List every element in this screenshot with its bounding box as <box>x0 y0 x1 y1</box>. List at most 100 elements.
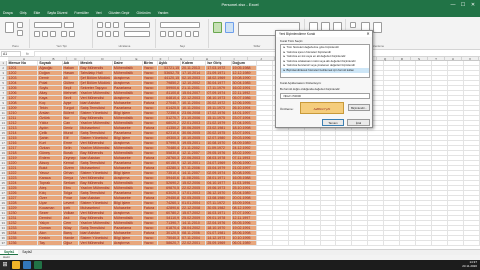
cancel-button[interactable]: İptal <box>347 119 370 126</box>
rule-description-label: Kural Açıklamasını Düzenleyin: <box>280 81 322 85</box>
number-format-select[interactable] <box>160 22 200 28</box>
ribbon-group-label: Hizalama <box>118 44 131 48</box>
minimize-button[interactable]: — <box>448 0 458 10</box>
excel-window: Personel.xlsx - Excel — ☐ ✕ Dosya Giriş … <box>0 0 480 270</box>
comma-icon[interactable] <box>176 31 182 37</box>
conditional-formatting-icon[interactable] <box>213 22 222 33</box>
rule-type-list: ► Tüm hücreleri değerlerine göre biçimle… <box>280 44 370 78</box>
align-top-icon[interactable] <box>97 22 103 28</box>
font-size-select[interactable] <box>64 22 74 28</box>
tab-formulas[interactable]: Formüller <box>74 10 88 17</box>
table-cell[interactable]: 25.09.1969 <box>206 241 232 246</box>
empty-cell[interactable] <box>304 241 321 246</box>
table-cell[interactable]: 06.01.1989 <box>231 241 257 246</box>
increase-decimal-icon[interactable] <box>185 31 191 37</box>
font-name-select[interactable] <box>34 22 62 28</box>
cut-icon[interactable] <box>17 22 23 28</box>
ribbon-group-number: Sayı <box>157 19 209 48</box>
empty-cell[interactable] <box>448 241 465 246</box>
preview-label: Önizleme: <box>280 107 294 111</box>
percent-icon[interactable] <box>168 31 174 37</box>
sheet-rows: 1 Memur No Soyadı Adı Meslek Daire Birim Aylık K… <box>0 61 480 246</box>
row-number[interactable]: 37 <box>0 241 8 246</box>
window-title: Personel.xlsx - Excel <box>221 2 259 7</box>
clock-date: 23.11.2020 <box>462 264 477 268</box>
rule-formula-input[interactable]: =$G2>=50000 <box>280 93 370 99</box>
dialog-close-icon[interactable]: ✕ <box>365 31 371 37</box>
rule-type-label: Kural Türü Seçin: <box>280 39 304 43</box>
table-cell[interactable]: Araştırma <box>112 241 143 246</box>
empty-cell[interactable] <box>272 241 289 246</box>
empty-cell[interactable] <box>336 241 353 246</box>
tab-data[interactable]: Veri <box>96 10 102 17</box>
underline-icon[interactable] <box>50 31 56 37</box>
copy-icon[interactable] <box>17 30 23 36</box>
table-cell[interactable]: Oğuz <box>62 241 80 246</box>
tab-review[interactable]: Gözden Geçir <box>109 10 130 17</box>
align-bottom-icon[interactable] <box>113 22 119 28</box>
find-select-icon[interactable] <box>373 22 382 33</box>
ribbon: Pano Yazı Tipi Hizalama Sayı Stiller Düz… <box>0 17 480 50</box>
title-bar: Personel.xlsx - Excel — ☐ ✕ <box>0 0 480 10</box>
align-left-icon[interactable] <box>97 31 103 37</box>
spreadsheet-grid: ABCDEFGHIJKLMNOPQRSTUVWX 1Memur NoSoyadı… <box>0 57 480 249</box>
ribbon-group-clipboard: Pano <box>2 19 30 48</box>
font-color-icon[interactable] <box>69 31 75 37</box>
table-cell[interactable]: Yazıcı <box>142 241 158 246</box>
tab-view[interactable]: Görünüm <box>136 10 150 17</box>
start-button[interactable]: ⊞ <box>0 260 10 270</box>
ribbon-group-label: Yazı Tipi <box>56 44 67 48</box>
table-cell[interactable]: 1236 <box>7 241 39 246</box>
align-center-icon[interactable] <box>105 31 111 37</box>
empty-cell[interactable] <box>416 241 433 246</box>
tab-page-layout[interactable]: Sayfa Düzeni <box>47 10 67 17</box>
file-explorer-icon[interactable] <box>12 261 20 269</box>
empty-cell[interactable] <box>256 241 273 246</box>
tab-help[interactable]: Yardım <box>158 10 169 17</box>
dialog-title: Yeni Biçimlendirme Kuralı <box>276 31 372 37</box>
merge-center-button[interactable] <box>124 31 150 37</box>
rule-type-item[interactable]: ► Biçimlendirilecek hücreleri belirlemek… <box>281 67 369 73</box>
excel-icon[interactable] <box>34 261 42 269</box>
empty-cell[interactable] <box>352 241 369 246</box>
autosum-icon[interactable] <box>350 22 356 28</box>
tab-insert[interactable]: Ekle <box>34 10 41 17</box>
table-cell[interactable]: 58620,7 <box>157 241 182 246</box>
empty-cell[interactable] <box>464 241 480 246</box>
empty-cell[interactable] <box>288 241 305 246</box>
maximize-button[interactable]: ☐ <box>458 0 468 10</box>
formula-label: Bu formül doğru olduğunda değerleri biçi… <box>280 87 341 91</box>
empty-cell[interactable] <box>432 241 449 246</box>
tab-home[interactable]: Giriş <box>20 10 27 17</box>
empty-cell[interactable] <box>368 241 385 246</box>
ribbon-group-font: Yazı Tipi <box>31 19 93 48</box>
decrease-decimal-icon[interactable] <box>193 31 199 37</box>
system-tray: 14:37 23.11.2020 <box>462 260 477 268</box>
empty-cell[interactable] <box>384 241 401 246</box>
browser-icon[interactable] <box>23 261 31 269</box>
ribbon-group-alignment: Hizalama <box>94 19 156 48</box>
window-controls: — ☐ ✕ <box>448 0 478 10</box>
empty-cell[interactable] <box>320 241 337 246</box>
table-cell[interactable]: Taş <box>38 241 63 246</box>
ok-button[interactable]: Tamam <box>322 119 344 126</box>
table-row: 37 1236 Taş Oğuz Veri Mühendisi Araştırma Yazı… <box>0 241 480 246</box>
bold-icon[interactable] <box>34 31 40 37</box>
currency-icon[interactable] <box>160 31 166 37</box>
format-as-table-icon[interactable] <box>225 22 234 33</box>
ribbon-group-label: Pano <box>12 44 19 48</box>
align-right-icon[interactable] <box>113 31 119 37</box>
italic-icon[interactable] <box>42 31 48 37</box>
format-preview: AaBbCcYyZz <box>300 102 344 114</box>
format-button[interactable]: Biçimlendir... <box>348 104 370 111</box>
table-cell[interactable]: Veri Mühendisi <box>79 241 113 246</box>
taskbar-apps <box>12 261 45 269</box>
fill-color-icon[interactable] <box>61 31 67 37</box>
close-window-button[interactable]: ✕ <box>468 0 478 10</box>
paste-icon[interactable] <box>5 22 14 33</box>
wrap-text-button[interactable] <box>124 22 150 28</box>
align-middle-icon[interactable] <box>105 22 111 28</box>
table-cell[interactable]: 22.02.2001 <box>181 241 207 246</box>
tab-file[interactable]: Dosya <box>3 10 13 17</box>
empty-cell[interactable] <box>400 241 417 246</box>
